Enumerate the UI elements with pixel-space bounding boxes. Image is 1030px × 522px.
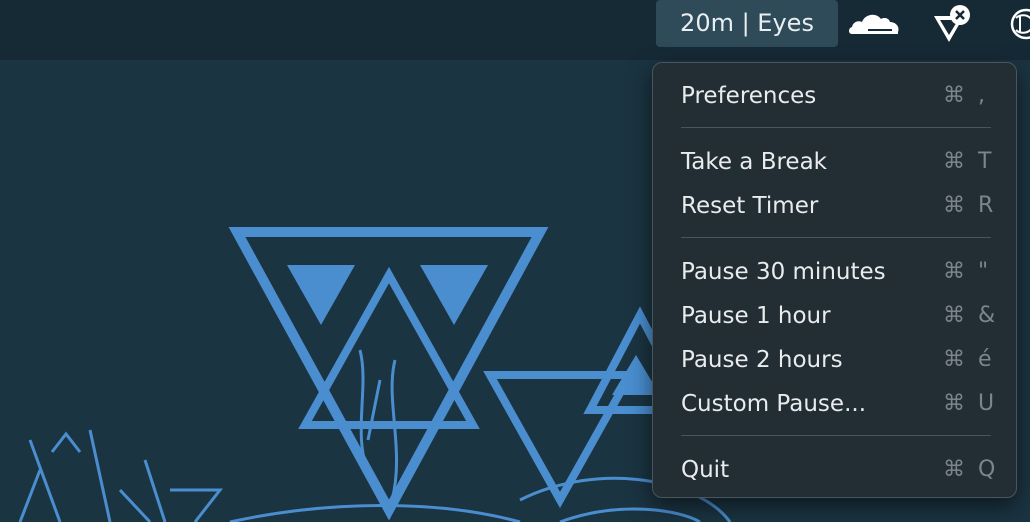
menu-item-pause-1-hour[interactable]: Pause 1 hour ⌘ & (653, 296, 1016, 336)
menu-item-label: Preferences (681, 83, 817, 109)
timer-status-item[interactable]: 20m | Eyes (656, 0, 838, 47)
cloudflare-icon[interactable] (848, 8, 900, 38)
menu-item-shortcut: ⌘ U (943, 391, 998, 416)
menu-item-label: Pause 30 minutes (681, 259, 886, 285)
menu-item-take-a-break[interactable]: Take a Break ⌘ T (653, 142, 1016, 182)
menu-separator (681, 435, 991, 436)
menu-item-custom-pause[interactable]: Custom Pause... ⌘ U (653, 384, 1016, 424)
menu-item-label: Take a Break (681, 149, 827, 175)
menu-item-label: Pause 1 hour (681, 303, 831, 329)
menu-item-preferences[interactable]: Preferences ⌘ , (653, 76, 1016, 116)
menu-item-pause-2-hours[interactable]: Pause 2 hours ⌘ é (653, 340, 1016, 380)
timer-label: 20m | Eyes (680, 9, 814, 37)
menu-item-shortcut: ⌘ & (943, 303, 999, 328)
menu-separator (681, 237, 991, 238)
menu-item-shortcut: ⌘ T (943, 149, 995, 174)
menu-item-shortcut: ⌘ R (943, 193, 997, 218)
menu-item-label: Pause 2 hours (681, 347, 843, 373)
menu-item-label: Custom Pause... (681, 391, 866, 417)
menu-item-shortcut: ⌘ , (943, 83, 988, 108)
dropdown-menu: Preferences ⌘ , Take a Break ⌘ T Reset T… (652, 62, 1017, 498)
menu-item-label: Quit (681, 457, 730, 483)
menu-item-reset-timer[interactable]: Reset Timer ⌘ R (653, 186, 1016, 226)
chatgpt-icon[interactable] (1006, 6, 1030, 42)
menu-item-shortcut: ⌘ é (943, 347, 995, 372)
menu-item-pause-30-minutes[interactable]: Pause 30 minutes ⌘ " (653, 252, 1016, 292)
menu-item-shortcut: ⌘ " (943, 259, 992, 284)
vpn-disconnected-icon[interactable] (930, 4, 974, 44)
menu-item-label: Reset Timer (681, 193, 819, 219)
menu-separator (681, 127, 991, 128)
menu-item-quit[interactable]: Quit ⌘ Q (653, 450, 1016, 490)
menu-item-shortcut: ⌘ Q (943, 457, 999, 482)
